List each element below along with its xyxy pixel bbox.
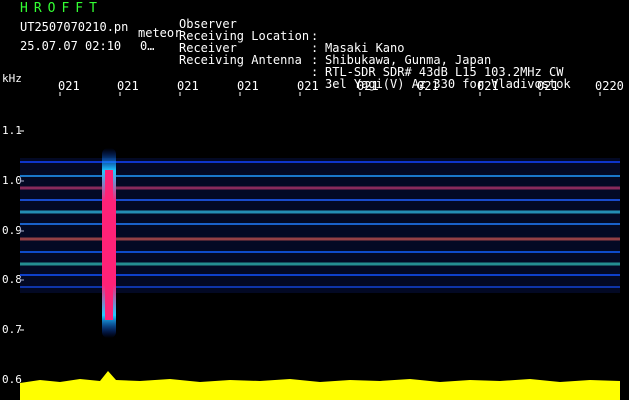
- time-label: 021: [237, 79, 259, 93]
- info-label: Receiving Antenna: [179, 53, 302, 67]
- date-time: 25.07.07 02:10: [20, 39, 122, 53]
- date-extra: 0…: [140, 39, 155, 53]
- axis-unit-label: kHz: [2, 72, 22, 85]
- time-label: 021: [477, 79, 499, 93]
- y-tick-label: 0.9: [2, 224, 22, 237]
- spectrogram: [20, 92, 620, 400]
- app-title: HROFFT: [20, 1, 103, 16]
- file-name: UT2507070210.pn: [20, 20, 129, 34]
- info-separator: :: [311, 65, 319, 79]
- y-tick-label: 0.8: [2, 273, 22, 286]
- time-tick-marks: [59, 92, 601, 96]
- y-tick-label: 0.6: [2, 373, 22, 386]
- time-label: 0220: [595, 79, 624, 93]
- time-label: 021: [357, 79, 379, 93]
- signal-level-bar: [20, 383, 620, 400]
- file-suffix: meteor: [138, 26, 182, 40]
- y-tick-label: 1.1: [2, 124, 22, 137]
- y-tick-label: 1.0: [2, 174, 22, 187]
- y-tick-label: 0.7: [2, 323, 22, 336]
- time-label: 021: [537, 79, 559, 93]
- time-label: 021: [117, 79, 139, 93]
- time-label: 021: [58, 79, 80, 93]
- time-label: 021: [177, 79, 199, 93]
- time-label: 021: [297, 79, 319, 93]
- signal-level-peaks: [20, 371, 620, 384]
- time-label: 021: [417, 79, 439, 93]
- meteor-core: [105, 170, 113, 320]
